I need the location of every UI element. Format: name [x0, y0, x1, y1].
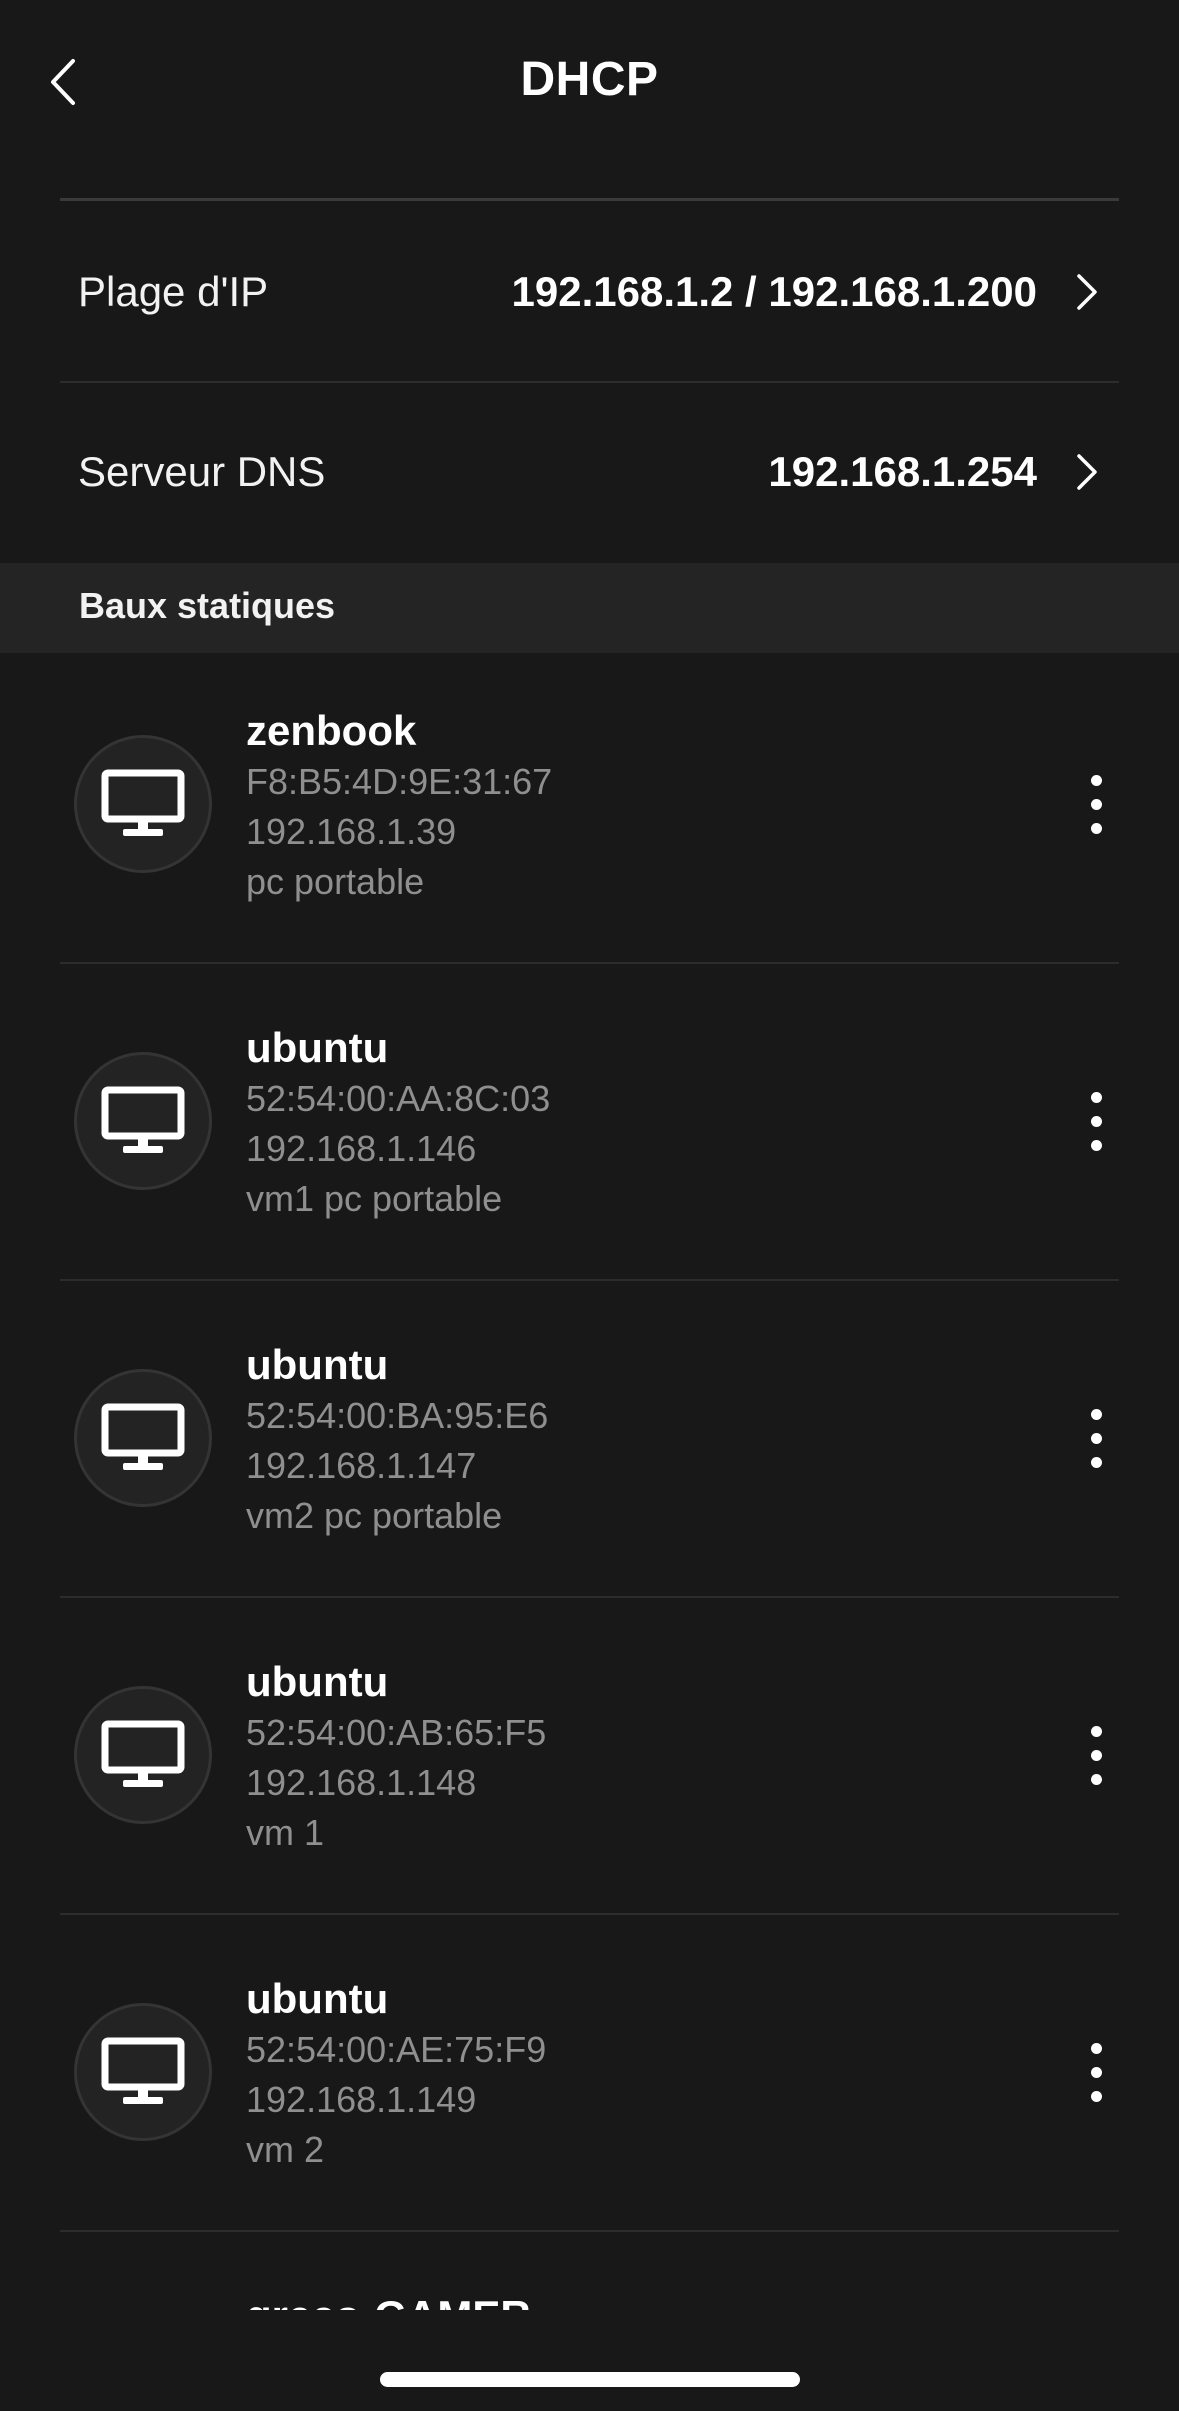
- lease-ip: 192.168.1.148: [246, 1762, 477, 1803]
- ip-range-value: 192.168.1.2 / 192.168.1.200: [511, 268, 1037, 315]
- monitor-icon: [101, 1403, 185, 1470]
- lease-name: greco-GAMER: [246, 2292, 531, 2310]
- lease-mac: F8:B5:4D:9E:31:67: [246, 761, 553, 802]
- header-divider: [60, 198, 1119, 201]
- row-divider: [60, 2230, 1119, 2232]
- more-options-button[interactable]: [1076, 1081, 1116, 1161]
- avatar: [74, 1052, 212, 1190]
- monitor-icon: [101, 1086, 185, 1153]
- monitor-icon: [101, 2037, 185, 2104]
- ip-range-label: Plage d'IP: [78, 268, 269, 315]
- lease-item[interactable]: ubuntu 52:54:00:AA:8C:03 192.168.1.146 v…: [0, 964, 1179, 1280]
- dns-server-value: 192.168.1.254: [768, 448, 1037, 495]
- lease-comment: vm 1: [246, 1812, 325, 1853]
- lease-mac: 52:54:00:BA:95:E6: [246, 1395, 549, 1436]
- lease-name: ubuntu: [246, 1975, 389, 2022]
- dns-server-row[interactable]: Serveur DNS 192.168.1.254: [60, 383, 1119, 561]
- page-title: DHCP: [520, 53, 659, 106]
- more-options-button[interactable]: [1076, 2032, 1116, 2112]
- monitor-icon: [101, 1720, 185, 1787]
- lease-ip: 192.168.1.149: [246, 2079, 477, 2120]
- more-options-button[interactable]: [1076, 1398, 1116, 1478]
- chevron-right-icon: [1067, 262, 1107, 322]
- avatar: [74, 1369, 212, 1507]
- lease-ip: 192.168.1.39: [246, 811, 457, 852]
- section-title: Baux statiques: [79, 585, 336, 626]
- more-options-button[interactable]: [1076, 764, 1116, 844]
- lease-mac: 52:54:00:AB:65:F5: [246, 1712, 547, 1753]
- lease-item[interactable]: ubuntu 52:54:00:AE:75:F9 192.168.1.149 v…: [0, 1915, 1179, 2231]
- lease-name: ubuntu: [246, 1341, 389, 1388]
- lease-item-partial[interactable]: greco-GAMER: [0, 2292, 1179, 2310]
- section-header-static-leases: Baux statiques: [0, 563, 1179, 653]
- lease-name: ubuntu: [246, 1658, 389, 1705]
- avatar: [74, 1686, 212, 1824]
- chevron-right-icon: [1067, 442, 1107, 502]
- lease-item[interactable]: zenbook F8:B5:4D:9E:31:67 192.168.1.39 p…: [0, 653, 1179, 969]
- lease-comment: vm 2: [246, 2129, 325, 2170]
- avatar: [74, 735, 212, 873]
- lease-comment: pc portable: [246, 861, 425, 902]
- dns-server-label: Serveur DNS: [78, 448, 326, 495]
- nav-header: DHCP: [0, 0, 1179, 165]
- ip-range-row[interactable]: Plage d'IP 192.168.1.2 / 192.168.1.200: [60, 203, 1119, 381]
- lease-mac: 52:54:00:AA:8C:03: [246, 1078, 551, 1119]
- lease-item[interactable]: ubuntu 52:54:00:AB:65:F5 192.168.1.148 v…: [0, 1598, 1179, 1914]
- monitor-icon: [101, 769, 185, 836]
- lease-ip: 192.168.1.146: [246, 1128, 477, 1169]
- lease-item[interactable]: ubuntu 52:54:00:BA:95:E6 192.168.1.147 v…: [0, 1281, 1179, 1597]
- lease-ip: 192.168.1.147: [246, 1445, 477, 1486]
- lease-mac: 52:54:00:AE:75:F9: [246, 2029, 547, 2070]
- more-options-button[interactable]: [1076, 1715, 1116, 1795]
- home-indicator[interactable]: [380, 2372, 800, 2387]
- lease-comment: vm1 pc portable: [246, 1178, 503, 1219]
- lease-name: ubuntu: [246, 1024, 389, 1071]
- avatar: [74, 2003, 212, 2141]
- lease-name: zenbook: [246, 707, 417, 754]
- lease-comment: vm2 pc portable: [246, 1495, 503, 1536]
